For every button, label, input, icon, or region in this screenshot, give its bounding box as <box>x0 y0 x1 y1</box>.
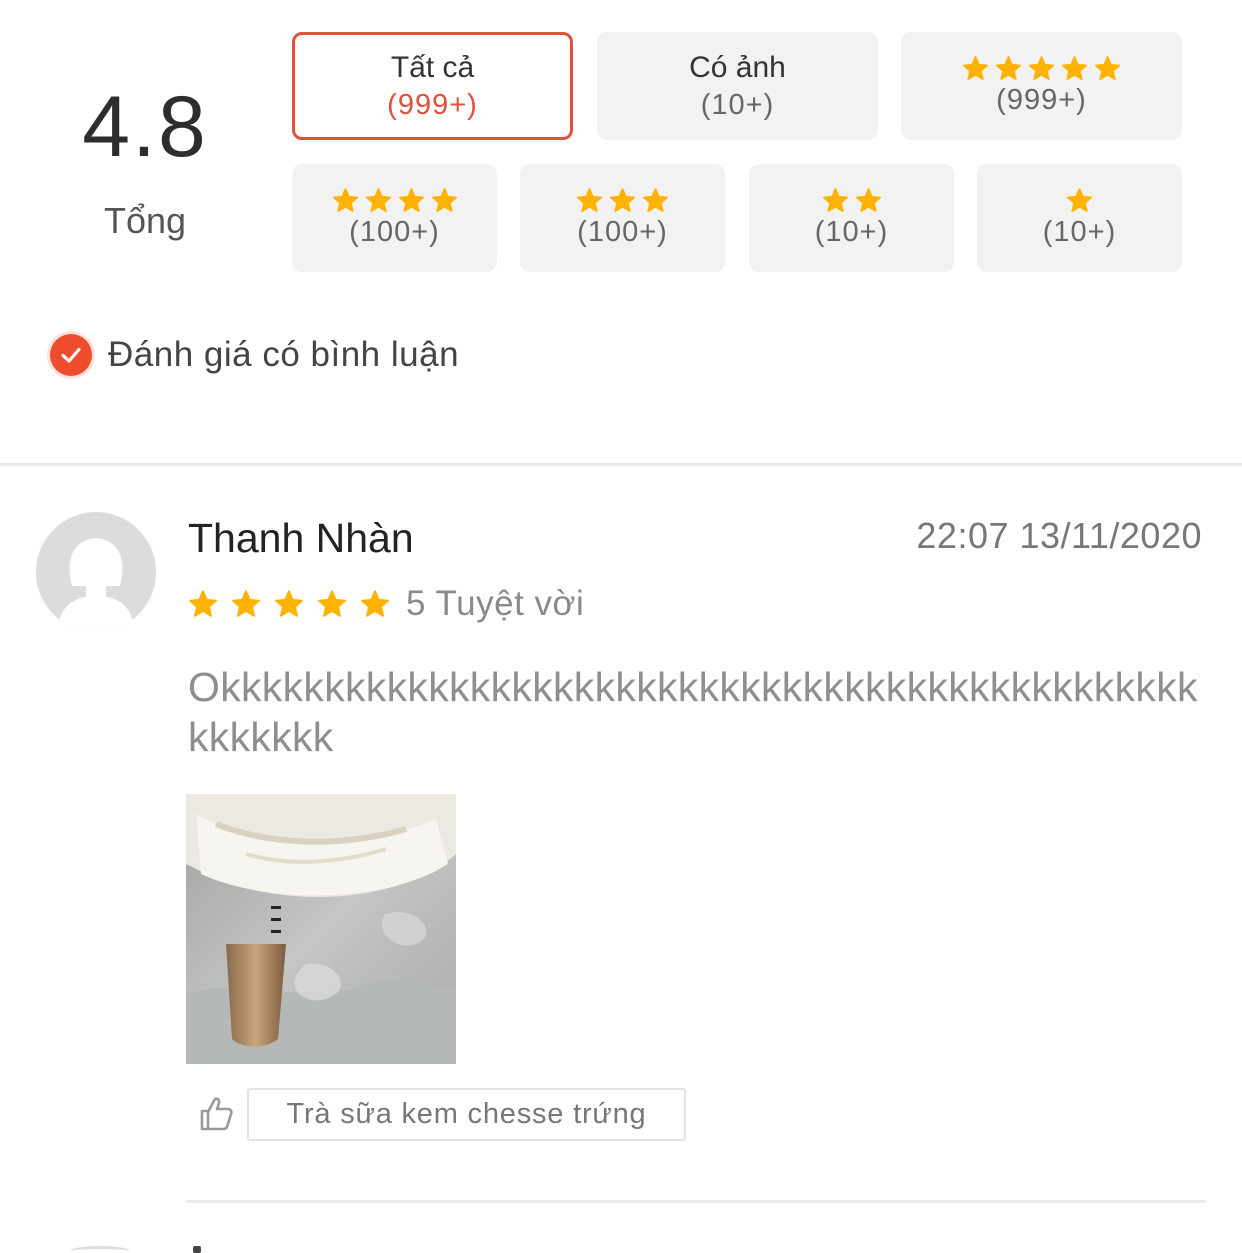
review-rating-text: 5 Tuyệt vời <box>406 584 585 623</box>
with-comment-filter[interactable]: Đánh giá có bình luận <box>50 334 459 376</box>
filter-2-star-count: (10+) <box>814 216 889 248</box>
thumbs-up-icon[interactable] <box>196 1094 236 1134</box>
filter-5-star-chip[interactable]: (999+) <box>901 32 1182 140</box>
filter-3-star-stars <box>576 186 669 214</box>
average-rating: 4.8 <box>82 79 208 175</box>
star-icon <box>232 590 260 617</box>
star-icon <box>1061 55 1088 80</box>
filter-4-star-count: (100+) <box>349 216 440 248</box>
review-photo[interactable] <box>186 794 456 1064</box>
star-icon <box>398 187 424 212</box>
filter-with-photo-count: (10+) <box>700 89 775 121</box>
star-icon <box>1028 55 1055 80</box>
filter-with-photo-label: Có ảnh <box>689 51 786 84</box>
star-icon <box>855 187 881 212</box>
filter-5-star-count: (999+) <box>996 84 1087 116</box>
star-icon <box>642 187 669 212</box>
filter-2-star-chip[interactable]: (10+) <box>749 164 954 272</box>
filter-1-star-count: (10+) <box>1042 216 1117 248</box>
with-comment-label: Đánh giá có bình luận <box>108 335 460 374</box>
filter-5-star-stars <box>962 54 1121 82</box>
filter-4-star-stars <box>332 186 458 214</box>
product-variant-tag[interactable]: Trà sữa kem chesse trứng <box>247 1088 686 1141</box>
reviewer-name: Thanh Nhàn <box>188 515 414 561</box>
star-icon <box>609 187 636 212</box>
star-icon <box>318 590 346 617</box>
default-avatar-icon[interactable] <box>36 512 156 632</box>
review-divider <box>186 1200 1206 1203</box>
review-comment: Okkkkkkkkkkkkkkkkkkkkkkkkkkkkkkkkkkkkkkk… <box>188 664 1198 760</box>
filter-all-count: (999+) <box>387 89 478 121</box>
star-icon <box>962 55 989 80</box>
filter-4-star-chip[interactable]: (100+) <box>292 164 497 272</box>
review-timestamp: 22:07 13/11/2020 <box>916 515 1202 556</box>
next-review-avatar-peek <box>70 1246 130 1253</box>
star-icon <box>431 187 457 212</box>
filter-3-star-count: (100+) <box>577 216 668 248</box>
filter-1-star-chip[interactable]: (10+) <box>977 164 1182 272</box>
next-review-name-peek <box>193 1246 201 1253</box>
filter-all-chip[interactable]: Tất cả (999+) <box>292 32 573 140</box>
check-circle-icon[interactable] <box>50 334 92 376</box>
review-rating: 5 Tuyệt vời <box>188 584 584 624</box>
star-icon <box>365 187 391 212</box>
filter-3-star-chip[interactable]: (100+) <box>520 164 725 272</box>
section-divider <box>0 463 1242 466</box>
filter-2-star-stars <box>822 186 882 214</box>
star-icon <box>189 590 217 617</box>
star-icon <box>576 187 603 212</box>
star-icon <box>995 55 1022 80</box>
review-stars <box>188 588 390 620</box>
filter-all-label: Tất cả <box>390 51 475 84</box>
star-icon <box>822 187 848 212</box>
star-icon <box>275 590 303 617</box>
filter-1-star-stars <box>1066 186 1093 214</box>
filter-with-photo-chip[interactable]: Có ảnh (10+) <box>597 32 878 140</box>
star-icon <box>1066 187 1093 212</box>
average-rating-label: Tổng <box>103 200 187 241</box>
star-icon <box>1094 55 1121 80</box>
star-icon <box>361 590 389 617</box>
star-icon <box>332 187 358 212</box>
reviews-page: 4.8 Tổng Tất cả (999+) Có ảnh (10+) (999… <box>0 0 1242 1253</box>
